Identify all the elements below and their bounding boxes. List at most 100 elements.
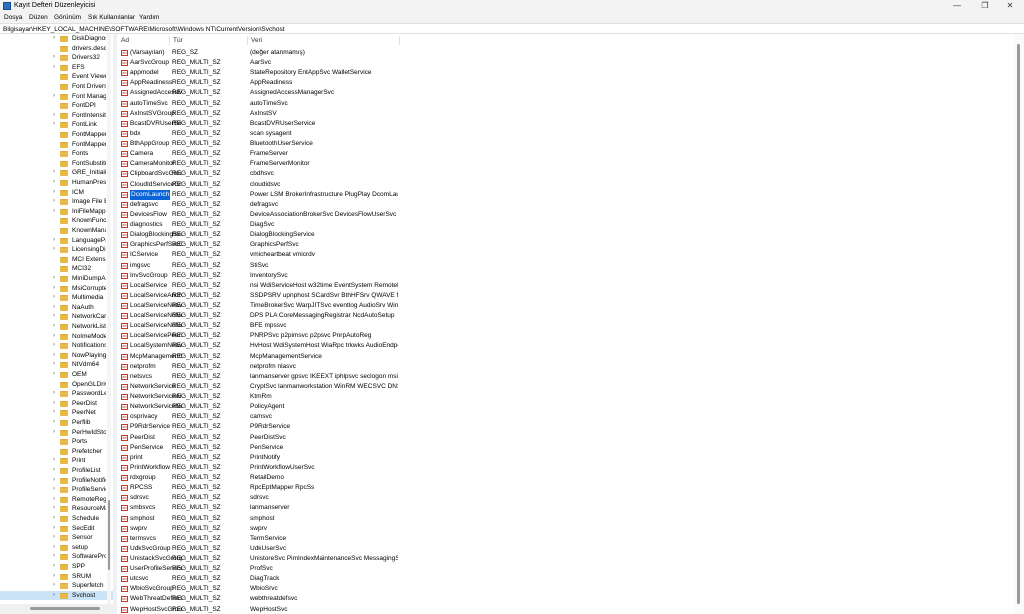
tree-node[interactable]: › LicensingDiag (0, 245, 113, 255)
chevron-right-icon[interactable]: › (53, 188, 55, 198)
column-separator[interactable] (247, 36, 248, 45)
chevron-right-icon[interactable]: › (53, 485, 55, 495)
value-row[interactable]: abNetworkServiceNetworkRestrictedREG_MUL… (117, 402, 997, 412)
chevron-right-icon[interactable]: › (53, 207, 55, 217)
tree-node[interactable]: Fonts (0, 149, 113, 159)
value-row[interactable]: ab sdrsvc REG_MULTI_SZ sdrsvc (117, 493, 997, 503)
value-row[interactable]: abAssignedAccessManagerSvcREG_MULTI_SZAs… (117, 88, 997, 98)
value-row[interactable]: abMcpManagementServiceGroupREG_MULTI_SZM… (117, 352, 997, 362)
chevron-right-icon[interactable]: › (53, 524, 55, 534)
chevron-right-icon[interactable]: › (53, 341, 55, 351)
chevron-right-icon[interactable]: › (53, 312, 55, 322)
value-row[interactable]: ab appmodel REG_MULTI_SZ StateRepository En… (117, 68, 997, 78)
tree-node[interactable]: › Drivers32 (0, 53, 113, 63)
value-row[interactable]: ab WebThreatDefense REG_MULTI_SZ webthreatd… (117, 594, 997, 604)
value-row[interactable]: ab osprivacy REG_MULTI_SZ camsvc (117, 412, 997, 422)
chevron-right-icon[interactable]: › (53, 476, 55, 486)
tree-horizontal-scrollbar-thumb[interactable] (30, 607, 100, 610)
tree-node[interactable]: OpenGLDrivers (0, 380, 113, 390)
value-row[interactable]: ab WepHostSvcGroup REG_MULTI_SZ WepHostSvc (117, 605, 997, 614)
chevron-right-icon[interactable]: › (53, 293, 55, 303)
chevron-right-icon[interactable]: › (53, 581, 55, 591)
tree-node[interactable]: › GRE_Initialize (0, 168, 113, 178)
menu-view[interactable]: Görünüm (54, 13, 81, 22)
value-row[interactable]: abNetworkServiceAndNoImpersonationREG_MU… (117, 392, 997, 402)
chevron-right-icon[interactable]: › (53, 562, 55, 572)
minimize-button[interactable]: — (943, 0, 971, 12)
chevron-right-icon[interactable]: › (53, 332, 55, 342)
value-row[interactable]: ab termsvcs REG_MULTI_SZ TermService (117, 534, 997, 544)
tree-node[interactable]: › ProfileList (0, 466, 113, 476)
chevron-right-icon[interactable]: › (53, 236, 55, 246)
tree-node[interactable]: › NtVdm64 (0, 360, 113, 370)
value-row[interactable]: abLocalServiceNoNetworkREG_MULTI_SZDPS P… (117, 311, 997, 321)
tree-node[interactable]: › RemoteRegistry (0, 495, 113, 505)
tree-node[interactable]: › SecEdit (0, 524, 113, 534)
column-separator[interactable] (169, 36, 170, 45)
tree-node[interactable]: Event Viewer (0, 72, 113, 82)
tree-node[interactable]: › ProfileService (0, 485, 113, 495)
chevron-right-icon[interactable]: › (53, 591, 55, 601)
tree-node[interactable]: › FontLink (0, 120, 113, 130)
value-row[interactable]: ab UdkSvcGroup REG_MULTI_SZ UdkUserSvc (117, 544, 997, 554)
tree-node[interactable]: MCI Extensions (0, 255, 113, 265)
tree-node[interactable]: › Sensor (0, 533, 113, 543)
chevron-right-icon[interactable]: › (53, 418, 55, 428)
tree-node[interactable]: Prefetcher (0, 447, 113, 457)
value-row[interactable]: ab smphost REG_MULTI_SZ smphost (117, 514, 997, 524)
tree-node[interactable]: › NowPlayingSessionManager (0, 351, 113, 361)
chevron-right-icon[interactable]: › (53, 178, 55, 188)
address-path[interactable]: Bilgisayar\HKEY_LOCAL_MACHINE\SOFTWARE\M… (3, 25, 285, 34)
value-row[interactable]: ab WbioSvcGroup REG_MULTI_SZ WbioSrvc (117, 584, 997, 594)
column-header-type[interactable]: Tür (173, 36, 183, 45)
column-separator[interactable] (399, 36, 400, 45)
value-row[interactable]: ab ICService REG_MULTI_SZ vmicheartbeat vmi… (117, 250, 997, 260)
tree-node[interactable]: › SRUM (0, 572, 113, 582)
address-bar[interactable]: Bilgisayar\HKEY_LOCAL_MACHINE\SOFTWARE\M… (0, 23, 1024, 34)
tree-node[interactable]: › EFS (0, 63, 113, 73)
value-row[interactable]: ab UnistackSvcGroup REG_MULTI_SZ UnistoreSv… (117, 554, 997, 564)
chevron-right-icon[interactable]: › (53, 572, 55, 582)
tree-node[interactable]: › Image File Execution Options (0, 197, 113, 207)
menu-edit[interactable]: Düzen (29, 13, 48, 22)
chevron-right-icon[interactable]: › (53, 322, 55, 332)
value-row[interactable]: ab CameraMonitor REG_MULTI_SZ FrameServerMo… (117, 159, 997, 169)
chevron-right-icon[interactable]: › (53, 399, 55, 409)
chevron-right-icon[interactable]: › (53, 504, 55, 514)
value-row[interactable]: ab NetworkService REG_MULTI_SZ CryptSvc lan… (117, 382, 997, 392)
value-row[interactable]: abLocalServiceNetworkRestrictedREG_MULTI… (117, 301, 997, 311)
chevron-right-icon[interactable]: › (53, 63, 55, 73)
value-row[interactable]: ab ClipboardSvcGroup REG_MULTI_SZ cbdhsvc (117, 169, 997, 179)
column-header-name[interactable]: Ad (121, 36, 129, 45)
tree-node[interactable]: KnownFunctionTableDlls (0, 216, 113, 226)
chevron-right-icon[interactable]: › (53, 360, 55, 370)
chevron-right-icon[interactable]: › (53, 53, 55, 63)
tree-node[interactable]: › MiniDumpAuxiliaryDlls (0, 274, 113, 284)
value-row[interactable]: ab diagnostics REG_MULTI_SZ DiagSvc (117, 220, 997, 230)
chevron-right-icon[interactable]: › (53, 245, 55, 255)
value-row[interactable]: abLocalServicePeerNetREG_MULTI_SZPNRPSvc… (117, 331, 997, 341)
chevron-right-icon[interactable]: › (53, 303, 55, 313)
tree-node[interactable]: › NetworkCards (0, 312, 113, 322)
tree-node[interactable]: › NaAuth (0, 303, 113, 313)
value-row[interactable]: ab P9RdrService REG_MULTI_SZ P9RdrService (117, 422, 997, 432)
value-row[interactable]: ab smbsvcs REG_MULTI_SZ lanmanserver (117, 503, 997, 513)
value-row[interactable]: abLocalServiceNoNetworkFirewallREG_MULTI… (117, 321, 997, 331)
tree-node[interactable]: › Multimedia (0, 293, 113, 303)
value-row[interactable]: abLocalServiceAndNoImpersonationREG_MULT… (117, 291, 997, 301)
chevron-right-icon[interactable]: › (53, 34, 55, 44)
chevron-right-icon[interactable]: › (53, 533, 55, 543)
tree-node[interactable]: › Perflib (0, 418, 113, 428)
value-row[interactable]: ab BthAppGroup REG_MULTI_SZ BluetoothUserSe… (117, 139, 997, 149)
tree-horizontal-scrollbar[interactable] (0, 604, 113, 614)
value-row[interactable]: ab netsvcs REG_MULTI_SZ lanmanserver gpsvc … (117, 372, 997, 382)
chevron-right-icon[interactable]: › (53, 370, 55, 380)
tree-node[interactable]: › FontIntensityCorrection (0, 111, 113, 121)
value-row[interactable]: ab print REG_MULTI_SZ PrintNotify (117, 453, 997, 463)
value-row[interactable]: abGraphicsPerfSvcGroupREG_MULTI_SZGraphi… (117, 240, 997, 250)
chevron-right-icon[interactable]: › (53, 111, 55, 121)
tree-node[interactable]: › PeerNet (0, 408, 113, 418)
tree-node[interactable]: Ports (0, 437, 113, 447)
tree-node[interactable]: › SPP (0, 562, 113, 572)
chevron-right-icon[interactable]: › (53, 284, 55, 294)
